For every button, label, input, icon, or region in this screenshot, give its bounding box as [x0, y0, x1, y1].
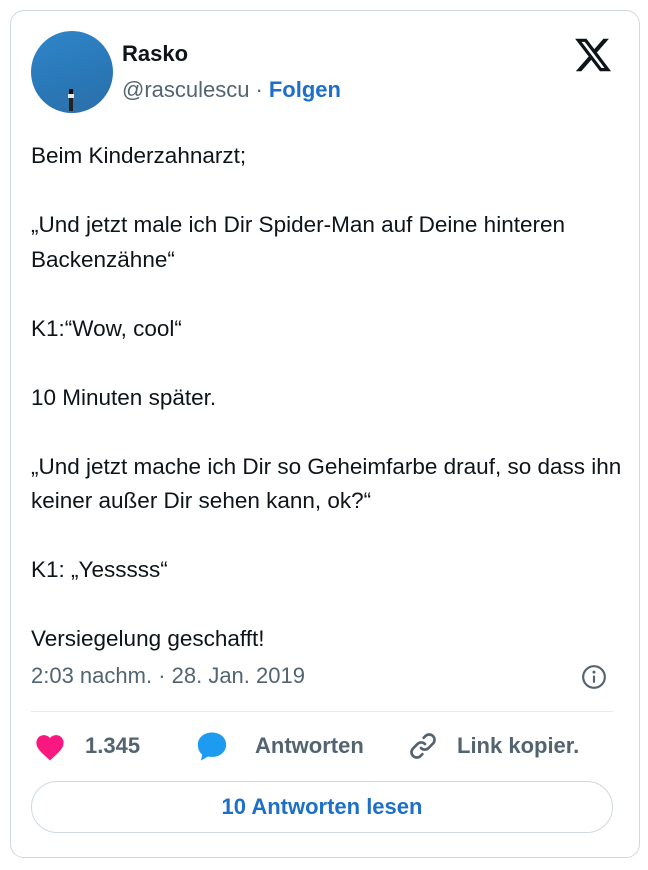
- avatar-figure: [68, 89, 74, 111]
- copy-link-label: Link kopier.: [457, 733, 580, 758]
- author-handle[interactable]: @rasculescu: [122, 77, 250, 102]
- avatar[interactable]: [31, 31, 113, 113]
- author-handle-row: @rasculescu · Folgen: [122, 77, 341, 103]
- tweet-paragraph: 10 Minuten später.: [31, 384, 217, 410]
- info-icon[interactable]: [581, 664, 607, 690]
- tweet-paragraph: Versiegelung geschafft!: [31, 626, 265, 651]
- tweet-embed-card: Rasko @rasculescu · Folgen Beim Kinderzahn…: [10, 10, 640, 858]
- x-logo-icon[interactable]: [573, 35, 613, 75]
- author-name[interactable]: Rasko: [122, 41, 188, 67]
- tweet-paragraph: K1:“Wow, cool“: [31, 315, 182, 341]
- divider: [31, 711, 613, 712]
- tweet-paragraph: „Und jetzt mache ich Dir so Geheimfarbe …: [31, 453, 622, 514]
- like-button[interactable]: 1.345: [33, 729, 140, 763]
- copy-link-button[interactable]: Link kopier.: [407, 729, 579, 763]
- like-count: 1.345: [85, 733, 141, 758]
- reply-label: Antworten: [255, 733, 364, 758]
- link-icon: [410, 733, 436, 759]
- read-replies-button[interactable]: 10 Antworten lesen: [31, 781, 613, 833]
- heart-icon: [36, 735, 64, 761]
- tweet-paragraph: „Und jetzt male ich Dir Spider-Man auf D…: [31, 212, 565, 272]
- reply-button[interactable]: Antworten: [195, 729, 364, 763]
- separator-dot: ·: [255, 77, 263, 102]
- tweet-text: Beim Kinderzahnarzt; „Und jetzt male ich…: [31, 139, 627, 657]
- speech-bubble-icon: [197, 732, 227, 761]
- follow-button[interactable]: Folgen: [269, 77, 341, 102]
- tweet-timestamp[interactable]: 2:03 nachm. · 28. Jan. 2019: [31, 661, 305, 691]
- tweet-paragraph: Beim Kinderzahnarzt;: [31, 143, 247, 168]
- tweet-paragraph: K1: „Yesssss“: [31, 557, 168, 582]
